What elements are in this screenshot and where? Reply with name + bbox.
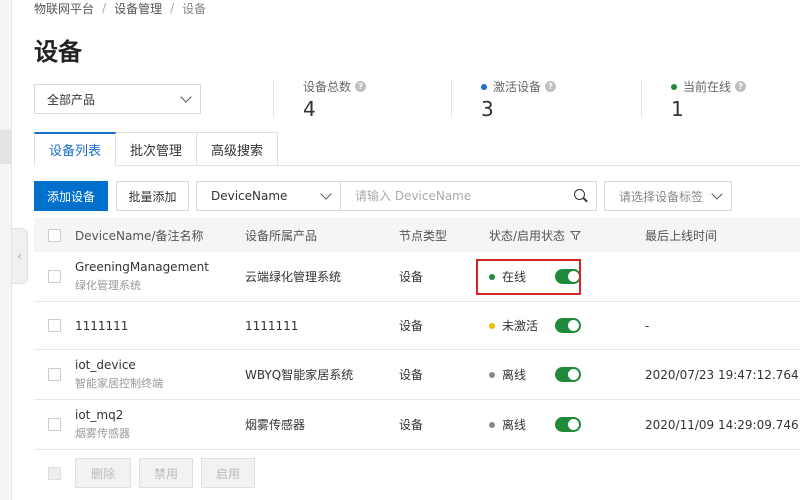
status-dot — [671, 83, 677, 90]
column-header-last-online: 最后上线时间 — [645, 228, 718, 243]
divider — [451, 80, 452, 118]
help-icon[interactable]: ? — [735, 81, 747, 92]
column-header-name: DeviceName/备注名称 — [75, 228, 204, 243]
enable-toggle[interactable] — [555, 367, 582, 382]
device-name[interactable]: 1111111 — [75, 319, 245, 333]
disable-button[interactable]: 禁用 — [139, 458, 193, 488]
help-icon[interactable]: ? — [545, 81, 557, 92]
stat-label: 当前在线 — [683, 80, 732, 94]
device-note: 绿化管理系统 — [75, 279, 141, 292]
chevron-down-icon — [180, 91, 192, 103]
device-status: 未激活 — [502, 319, 539, 333]
delete-button[interactable]: 删除 — [75, 458, 131, 488]
row-checkbox[interactable] — [48, 418, 61, 431]
device-node-type: 设备 — [399, 368, 424, 382]
row-checkbox[interactable] — [48, 319, 61, 332]
device-name[interactable]: GreeningManagement — [75, 260, 245, 274]
stat-value: 4 — [303, 97, 316, 121]
stat-online-devices: 当前在线? 1 — [671, 78, 747, 121]
status-dot — [489, 421, 495, 428]
chevron-left-icon: ‹ — [17, 249, 22, 263]
breadcrumb-item-current: 设备 — [182, 1, 207, 16]
chevron-down-icon — [320, 188, 332, 200]
status-dot — [489, 371, 495, 378]
chevron-down-icon — [711, 188, 723, 200]
device-last-online: 2020/07/23 19:47:12.764 — [645, 367, 799, 382]
tab-underline — [275, 165, 800, 166]
device-status: 离线 — [502, 368, 527, 382]
search-field-value: DeviceName — [211, 189, 288, 203]
search-input[interactable] — [355, 189, 574, 203]
filter-icon[interactable] — [570, 230, 582, 241]
tab-batch-management[interactable]: 批次管理 — [116, 132, 198, 166]
device-name[interactable]: iot_device — [75, 358, 245, 372]
status-dot — [481, 83, 487, 90]
row-checkbox[interactable] — [48, 368, 61, 381]
tab-advanced-search[interactable]: 高级搜索 — [197, 132, 279, 166]
batch-add-button[interactable]: 批量添加 — [116, 181, 189, 211]
table-row: GreeningManagement 绿化管理系统 云端绿化管理系统 设备 在线 — [34, 252, 800, 302]
device-name[interactable]: iot_mq2 — [75, 408, 245, 422]
tab-device-list[interactable]: 设备列表 — [34, 132, 117, 166]
column-header-product: 设备所属产品 — [245, 228, 318, 243]
stat-activated-devices: 激活设备? 3 — [481, 78, 557, 121]
select-all-checkbox[interactable] — [48, 228, 61, 242]
device-node-type: 设备 — [399, 319, 424, 333]
stat-label: 激活设备 — [493, 80, 542, 94]
table-row: iot_device 智能家居控制终端 WBYQ智能家居系统 设备 离线 2020… — [34, 350, 800, 400]
add-device-button[interactable]: 添加设备 — [34, 181, 108, 211]
breadcrumb: 物联网平台 / 设备管理 / 设备 — [34, 0, 206, 16]
divider — [641, 80, 642, 118]
enable-button[interactable]: 启用 — [201, 458, 255, 488]
enable-toggle[interactable] — [555, 318, 582, 333]
search-box — [340, 181, 597, 211]
device-product[interactable]: WBYQ智能家居系统 — [245, 366, 399, 383]
table-header: DeviceName/备注名称 设备所属产品 节点类型 状态/启用状态 最后上线… — [34, 218, 800, 252]
left-nav-selected[interactable] — [0, 130, 12, 164]
enable-toggle[interactable] — [555, 417, 582, 432]
collapse-sidebar-button[interactable]: ‹ — [12, 228, 28, 284]
left-nav-rail — [0, 0, 12, 500]
breadcrumb-separator: / — [102, 1, 107, 15]
device-last-online: 2020/11/09 14:29:09.746 — [645, 417, 799, 432]
device-note: 智能家居控制终端 — [75, 377, 163, 390]
divider — [273, 80, 274, 118]
status-dot — [489, 322, 495, 329]
search-field-select[interactable]: DeviceName — [196, 181, 341, 211]
device-product[interactable]: 烟雾传感器 — [245, 416, 399, 433]
device-note: 烟雾传感器 — [75, 427, 130, 440]
device-status: 离线 — [502, 418, 527, 432]
stat-total-devices: 设备总数? 4 — [303, 78, 367, 121]
device-product[interactable]: 云端绿化管理系统 — [245, 268, 399, 285]
breadcrumb-item-platform[interactable]: 物联网平台 — [34, 0, 94, 17]
device-node-type: 设备 — [399, 418, 424, 432]
product-select-value: 全部产品 — [47, 92, 96, 107]
table-row: iot_mq2 烟雾传感器 烟雾传感器 设备 离线 2020/11/09 14:2… — [34, 400, 800, 450]
highlight-box — [476, 259, 581, 295]
product-select[interactable]: 全部产品 — [34, 84, 201, 114]
stat-value: 3 — [481, 97, 494, 121]
tab-bar: 设备列表 批次管理 高级搜索 — [34, 132, 279, 166]
breadcrumb-item-device-management[interactable]: 设备管理 — [114, 0, 162, 17]
column-header-node-type: 节点类型 — [399, 228, 448, 243]
table-row: 1111111 1111111 设备 未激活 - — [34, 302, 800, 350]
batch-actions-bar: 删除 禁用 启用 — [34, 458, 263, 488]
device-tag-select[interactable]: 请选择设备标签 — [604, 181, 732, 211]
row-checkbox[interactable] — [48, 270, 61, 283]
breadcrumb-separator: / — [170, 1, 175, 15]
search-icon[interactable] — [574, 189, 588, 203]
stat-value: 1 — [671, 97, 684, 121]
device-table: DeviceName/备注名称 设备所属产品 节点类型 状态/启用状态 最后上线… — [34, 218, 800, 450]
footer-select-all-checkbox[interactable] — [48, 466, 61, 480]
device-tag-placeholder: 请选择设备标签 — [619, 189, 704, 204]
help-icon[interactable]: ? — [355, 81, 367, 92]
stat-label: 设备总数 — [303, 80, 352, 94]
page-title: 设备 — [34, 38, 82, 66]
column-header-status: 状态/启用状态 — [489, 228, 566, 243]
device-product[interactable]: 1111111 — [245, 319, 399, 333]
device-last-online: - — [645, 318, 650, 333]
